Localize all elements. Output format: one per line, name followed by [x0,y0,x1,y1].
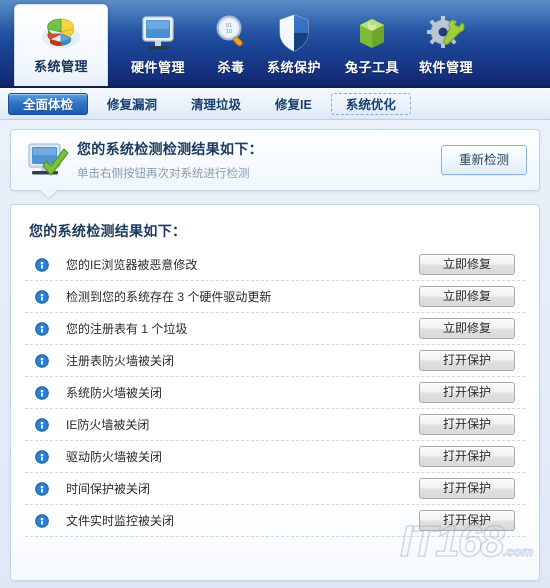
scan-summary-panel: 您的系统检测检测结果如下： 单击右侧按钮再次对系统进行检测 重新检测 [10,129,540,199]
info-exclamation-icon [35,417,57,432]
watermark-suffix: .com [502,544,533,559]
table-row: 检测到您的系统存在 3 个硬件驱动更新 立即修复 [25,281,525,313]
info-exclamation-icon [35,481,57,496]
fix-button[interactable]: 立即修复 [419,318,515,339]
enable-protection-button[interactable]: 打开保护 [419,446,515,467]
table-row: 注册表防火墙被关闭 打开保护 [25,345,525,377]
tab-clean-junk[interactable]: 清理垃圾 [176,93,256,115]
application-window: 系统管理 硬件管理 01 10 杀毒 系统保护 兔子工具 软件管理 全面体检 修… [0,0,550,588]
result-label: 检测到您的系统存在 3 个硬件驱动更新 [66,290,272,304]
nav-item-system-management[interactable]: 系统管理 [14,4,108,86]
gear-wrench-icon [400,10,492,56]
info-exclamation-icon [35,449,57,464]
summary-subtitle: 单击右侧按钮再次对系统进行检测 [77,168,250,180]
tab-fix-vulnerabilities[interactable]: 修复漏洞 [92,93,172,115]
nav-item-label: 系统管理 [33,59,88,74]
enable-protection-button[interactable]: 打开保护 [419,382,515,403]
result-label: 您的注册表有 1 个垃圾 [66,322,188,336]
nav-item-label: 软件管理 [418,60,473,75]
content-area: 您的系统检测检测结果如下： 单击右侧按钮再次对系统进行检测 重新检测 您的系统检… [0,120,550,581]
fix-button[interactable]: 立即修复 [419,286,515,307]
result-label: 文件实时监控被关闭 [66,514,175,528]
enable-protection-button[interactable]: 打开保护 [419,478,515,499]
svg-text:10: 10 [226,29,232,35]
result-label: IE防火墙被关闭 [66,418,150,432]
pie-chart-icon [15,9,107,55]
result-label: 时间保护被关闭 [66,482,151,496]
results-heading: 您的系统检测结果如下： [29,223,187,239]
info-exclamation-icon [35,289,57,304]
summary-title: 您的系统检测检测结果如下： [77,141,263,157]
info-exclamation-icon [35,353,57,368]
enable-protection-button[interactable]: 打开保护 [419,350,515,371]
table-row: 您的IE浏览器被恶意修改 立即修复 [25,249,525,281]
result-label: 系统防火墙被关闭 [66,386,163,400]
result-label: 驱动防火墙被关闭 [66,450,163,464]
enable-protection-button[interactable]: 打开保护 [419,510,515,531]
tab-repair-ie[interactable]: 修复IE [260,93,327,115]
table-row: 系统防火墙被关闭 打开保护 [25,377,525,409]
monitor-check-icon [21,139,75,181]
results-panel: 您的系统检测结果如下： 您的IE浏览器被恶意修改 立即修复 检测到您的系统存在 … [10,204,540,581]
result-label: 您的IE浏览器被恶意修改 [66,258,198,272]
summary-text-block: 您的系统检测检测结果如下： 单击右侧按钮再次对系统进行检测 [75,139,441,181]
rescan-button[interactable]: 重新检测 [441,145,527,175]
enable-protection-button[interactable]: 打开保护 [419,414,515,435]
info-exclamation-icon [35,513,57,528]
main-navigation-bar: 系统管理 硬件管理 01 10 杀毒 系统保护 兔子工具 软件管理 [0,0,550,88]
table-row: IE防火墙被关闭 打开保护 [25,409,525,441]
info-exclamation-icon [35,257,57,272]
info-exclamation-icon [35,385,57,400]
tab-system-optimize[interactable]: 系统优化 [330,92,411,115]
result-label: 注册表防火墙被关闭 [66,354,175,368]
fix-button[interactable]: 立即修复 [419,254,515,275]
nav-item-software-management[interactable]: 软件管理 [400,6,492,80]
tab-full-checkup[interactable]: 全面体检 [8,92,89,115]
table-row: 驱动防火墙被关闭 打开保护 [25,441,525,473]
table-row: 时间保护被关闭 打开保护 [25,473,525,505]
table-row: 您的注册表有 1 个垃圾 立即修复 [25,313,525,345]
table-row: 文件实时监控被关闭 打开保护 [25,505,525,537]
info-exclamation-icon [35,321,57,336]
bubble-tail [39,190,57,199]
tab-strip: 全面体检 修复漏洞 清理垃圾 修复IE 系统优化 [0,88,550,120]
